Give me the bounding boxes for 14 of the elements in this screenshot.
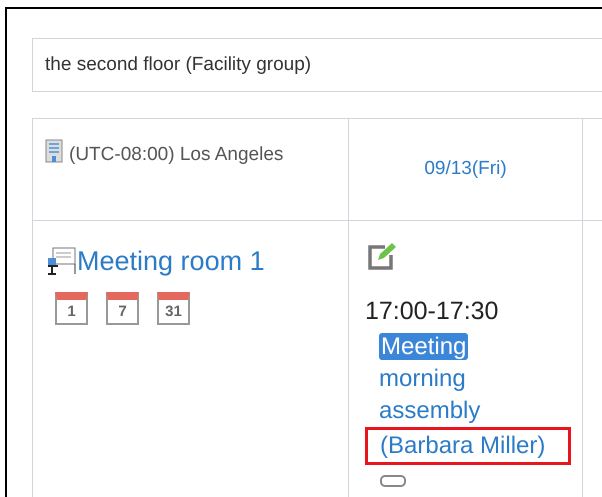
- calendar-view-button[interactable]: 31: [157, 292, 190, 324]
- repeat-icon: [379, 474, 409, 488]
- date-link[interactable]: 09/13(Fri): [424, 155, 507, 184]
- event-badge: Meeting: [379, 332, 468, 360]
- building-icon: [45, 139, 63, 163]
- meeting-room-icon: [45, 245, 77, 278]
- facility-link[interactable]: Meeting room 1: [77, 241, 265, 282]
- attendee-link[interactable]: (Barbara Miller): [365, 426, 571, 464]
- calendar-view-button[interactable]: 7: [106, 292, 139, 324]
- event-time: 17:00-17:30: [365, 296, 500, 327]
- timezone-label: (UTC-08:00) Los Angeles: [69, 144, 284, 165]
- calendar-view-button[interactable]: 1: [55, 292, 88, 324]
- event-link[interactable]: morning assembly: [379, 362, 529, 426]
- facility-group-field[interactable]: the second floor (Facility group): [32, 38, 602, 92]
